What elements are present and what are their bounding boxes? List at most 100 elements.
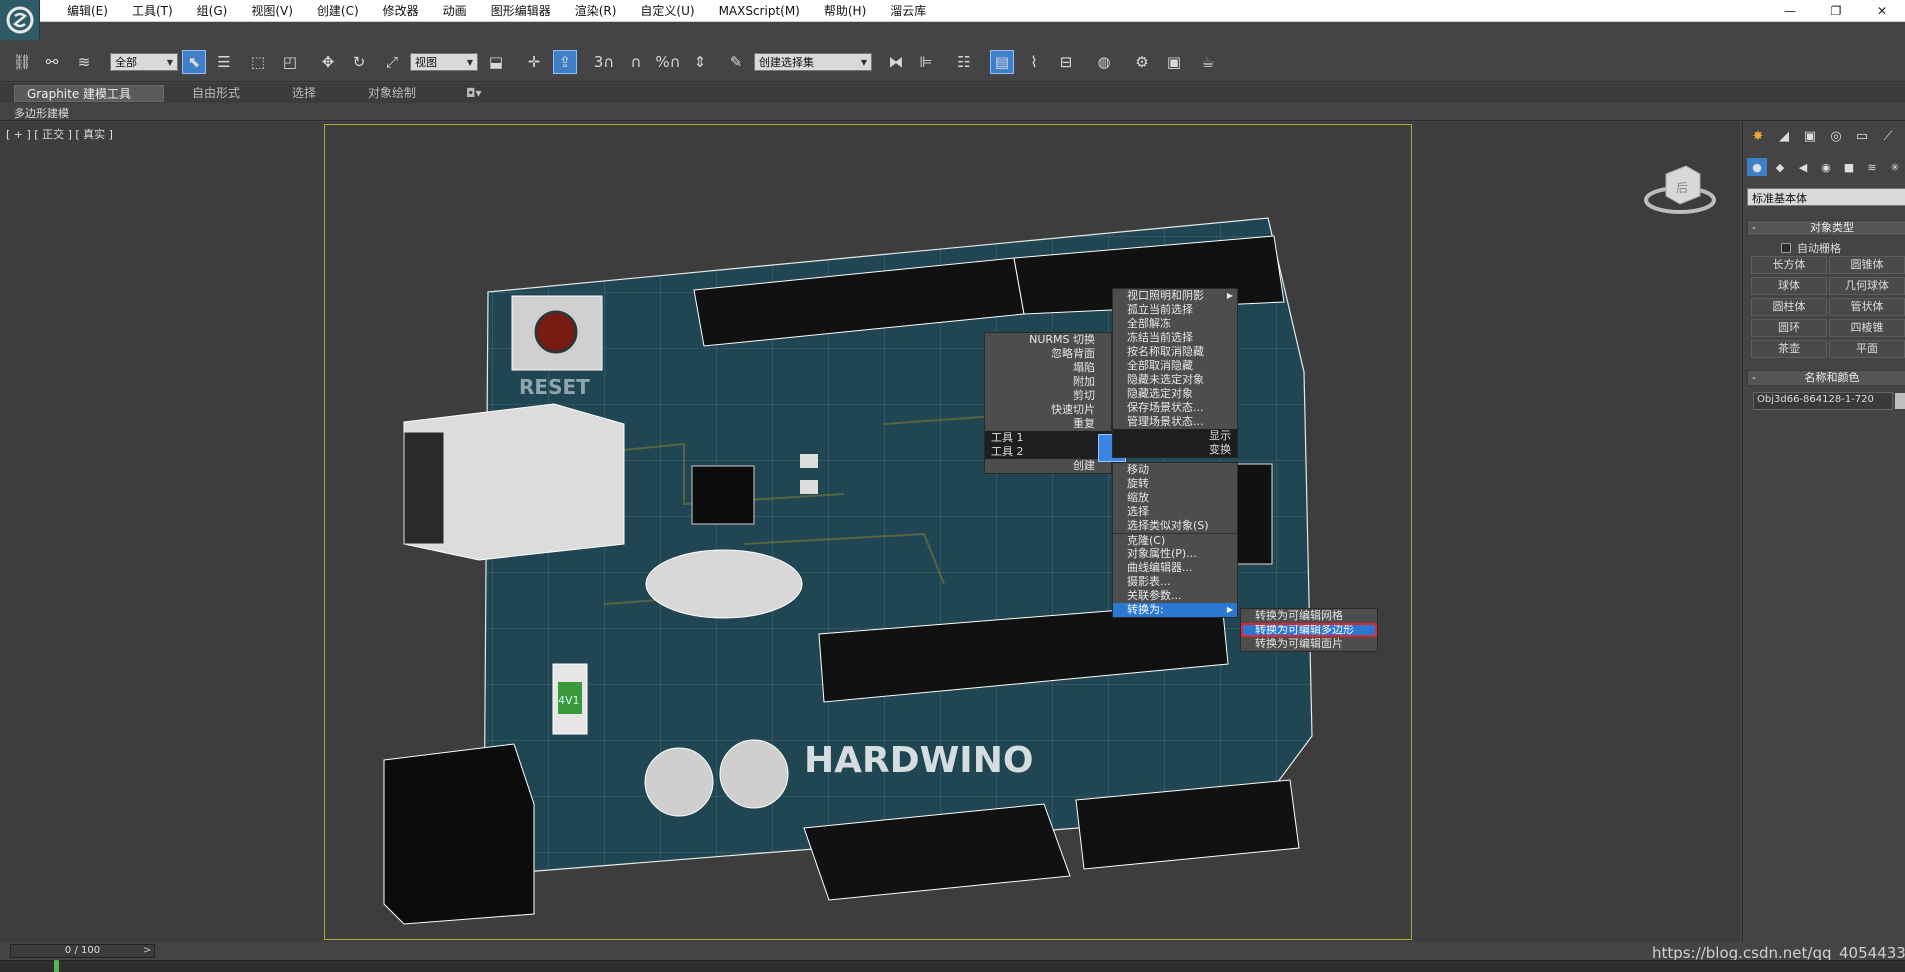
- tab-freeform[interactable]: 自由形式: [180, 85, 252, 102]
- spinner-snap-icon[interactable]: ⇕: [688, 50, 712, 74]
- menu-select[interactable]: 选择: [1113, 505, 1237, 519]
- menu-help[interactable]: 帮助(H): [812, 3, 878, 19]
- viewport-perspective[interactable]: [ + ] [ 正交 ] [ 真实 ] RESET 4V1 HARDWINO 后…: [0, 122, 1740, 942]
- menu-cut[interactable]: 剪切: [985, 389, 1111, 403]
- ribbon-options-dropdown[interactable]: ◘▾: [454, 85, 494, 102]
- viewport-label[interactable]: [ + ] [ 正交 ] [ 真实 ]: [6, 126, 113, 142]
- align-icon[interactable]: ⊫: [914, 50, 938, 74]
- track-bar[interactable]: [0, 960, 1905, 972]
- menu-dope-sheet[interactable]: 摄影表...: [1113, 575, 1237, 589]
- menu-select-similar[interactable]: 选择类似对象(S): [1113, 519, 1237, 533]
- keyboard-shortcut-override-icon[interactable]: ⇪: [553, 50, 577, 74]
- menu-hide-selection[interactable]: 隐藏选定对象: [1113, 387, 1237, 401]
- menu-quickslice[interactable]: 快速切片: [985, 403, 1111, 417]
- motion-tab-icon[interactable]: ◎: [1825, 126, 1847, 146]
- next-frame-arrow[interactable]: >: [143, 945, 151, 956]
- menu-convert-editable-poly[interactable]: 转换为可编辑多边形: [1241, 623, 1377, 637]
- unlink-icon[interactable]: ⚯: [40, 50, 64, 74]
- menu-cloud-library[interactable]: 溜云库: [878, 3, 938, 19]
- torus-button[interactable]: 圆环: [1751, 319, 1827, 337]
- teapot-button[interactable]: 茶壶: [1751, 340, 1827, 358]
- box-button[interactable]: 长方体: [1751, 256, 1827, 274]
- close-button[interactable]: ✕: [1859, 0, 1905, 22]
- bind-spacewarp-icon[interactable]: ≋: [72, 50, 96, 74]
- object-name-field[interactable]: Obj3d66-864128-1-720: [1753, 392, 1893, 410]
- viewcube[interactable]: 后: [1640, 152, 1720, 222]
- menu-convert-editable-patch[interactable]: 转换为可编辑面片: [1241, 637, 1377, 651]
- menu-manage-scene-states[interactable]: 管理场景状态...: [1113, 415, 1237, 429]
- pyramid-button[interactable]: 四棱锥: [1829, 319, 1905, 337]
- polygon-modeling-label[interactable]: 多边形建模: [14, 105, 69, 121]
- display-tab-icon[interactable]: ▭: [1851, 126, 1873, 146]
- tab-object-paint[interactable]: 对象绘制: [356, 85, 428, 102]
- rollout-name-color[interactable]: - 名称和颜色: [1747, 370, 1905, 386]
- rect-selection-icon[interactable]: ⬚: [246, 50, 270, 74]
- link-icon[interactable]: ⛓: [10, 50, 34, 74]
- geosphere-button[interactable]: 几何球体: [1829, 277, 1905, 295]
- menu-freeze-selection[interactable]: 冻结当前选择: [1113, 331, 1237, 345]
- select-by-name-icon[interactable]: ☰: [212, 50, 236, 74]
- plane-button[interactable]: 平面: [1829, 340, 1905, 358]
- tab-graphite-modeling[interactable]: Graphite 建模工具: [14, 85, 164, 102]
- layer-manager-icon[interactable]: ☷: [952, 50, 976, 74]
- menu-rendering[interactable]: 渲染(R): [563, 3, 629, 19]
- menu-collapse[interactable]: 塌陷: [985, 361, 1111, 375]
- app-logo[interactable]: [0, 0, 40, 40]
- cameras-icon[interactable]: ◉: [1816, 158, 1836, 176]
- cone-button[interactable]: 圆锥体: [1829, 256, 1905, 274]
- render-setup-icon[interactable]: ⚙: [1130, 50, 1154, 74]
- minimize-button[interactable]: —: [1767, 0, 1813, 22]
- restore-button[interactable]: ❐: [1813, 0, 1859, 22]
- spacewarps-icon[interactable]: ≋: [1862, 158, 1882, 176]
- curve-editor-icon[interactable]: ⌇: [1022, 50, 1046, 74]
- shapes-icon[interactable]: ◆: [1770, 158, 1790, 176]
- sphere-button[interactable]: 球体: [1751, 277, 1827, 295]
- menu-customize[interactable]: 自定义(U): [628, 3, 706, 19]
- tab-selection[interactable]: 选择: [280, 85, 328, 102]
- primitive-category-select[interactable]: 标准基本体: [1747, 188, 1905, 206]
- window-crossing-icon[interactable]: ◰: [278, 50, 302, 74]
- graphite-toggle-icon[interactable]: ▤: [990, 50, 1014, 74]
- menu-maxscript[interactable]: MAXScript(M): [707, 3, 812, 19]
- geometry-icon[interactable]: ●: [1747, 158, 1767, 176]
- time-slider[interactable]: 0 / 100: [10, 944, 155, 958]
- menu-tools[interactable]: 工具(T): [120, 3, 185, 19]
- pivot-center-icon[interactable]: ⬓: [484, 50, 508, 74]
- modify-tab-icon[interactable]: ◢: [1773, 126, 1795, 146]
- move-icon[interactable]: ✥: [316, 50, 340, 74]
- menu-repeat[interactable]: 重复: [985, 417, 1111, 431]
- menu-object-properties[interactable]: 对象属性(P)...: [1113, 547, 1237, 561]
- menu-create[interactable]: 创建(C): [305, 3, 371, 19]
- menu-unhide-all[interactable]: 全部取消隐藏: [1113, 359, 1237, 373]
- hierarchy-tab-icon[interactable]: ▣: [1799, 126, 1821, 146]
- menu-unfreeze-all[interactable]: 全部解冻: [1113, 317, 1237, 331]
- autogrid-checkbox[interactable]: 自动栅格: [1781, 240, 1841, 256]
- menu-create[interactable]: 创建: [985, 459, 1111, 473]
- menu-wire-parameters[interactable]: 关联参数...: [1113, 589, 1237, 603]
- systems-icon[interactable]: ✳: [1885, 158, 1905, 176]
- menu-modifiers[interactable]: 修改器: [371, 3, 431, 19]
- menu-convert-to[interactable]: 转换为: ▶: [1113, 603, 1237, 617]
- menu-save-scene-state[interactable]: 保存场景状态...: [1113, 401, 1237, 415]
- cylinder-button[interactable]: 圆柱体: [1751, 298, 1827, 316]
- named-selection-select[interactable]: 创建选择集 ▼: [754, 53, 872, 71]
- render-teapot-icon[interactable]: ☕: [1196, 50, 1220, 74]
- selection-filter-select[interactable]: 全部 ▼: [110, 53, 178, 71]
- rendered-frame-icon[interactable]: ▣: [1162, 50, 1186, 74]
- menu-scale[interactable]: 缩放: [1113, 491, 1237, 505]
- object-color-swatch[interactable]: [1895, 393, 1905, 409]
- reference-coord-select[interactable]: 视图 ▼: [410, 53, 478, 71]
- menu-clone[interactable]: 克隆(C): [1113, 533, 1237, 547]
- material-editor-icon[interactable]: ◍: [1092, 50, 1116, 74]
- menu-group[interactable]: 组(G): [185, 3, 240, 19]
- menu-curve-editor[interactable]: 曲线编辑器...: [1113, 561, 1237, 575]
- menu-views[interactable]: 视图(V): [239, 3, 305, 19]
- menu-convert-editable-mesh[interactable]: 转换为可编辑网格: [1241, 609, 1377, 623]
- edit-named-selection-icon[interactable]: ✎: [724, 50, 748, 74]
- menu-rotate[interactable]: 旋转: [1113, 477, 1237, 491]
- angle-snap-icon[interactable]: ∩: [624, 50, 648, 74]
- menu-attach[interactable]: 附加: [985, 375, 1111, 389]
- menu-nurms-toggle[interactable]: NURMS 切换: [985, 333, 1111, 347]
- menu-move[interactable]: 移动: [1113, 463, 1237, 477]
- select-manipulate-icon[interactable]: ✛: [522, 50, 546, 74]
